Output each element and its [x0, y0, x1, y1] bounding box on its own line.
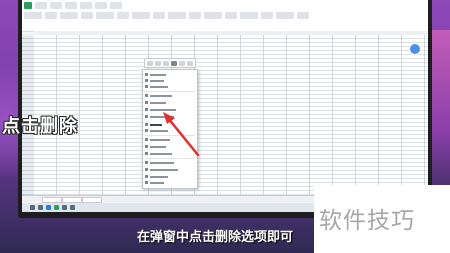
- menu-item[interactable]: [145, 73, 166, 76]
- menu-item-icon: [145, 175, 148, 178]
- menu-item-label: [150, 175, 168, 178]
- ribbon-tab[interactable]: [95, 2, 107, 9]
- watermark-text: 软件技巧: [319, 208, 415, 234]
- ribbon-button[interactable]: [189, 12, 201, 19]
- menu-item-icon: [145, 168, 148, 171]
- menu-item-icon: [145, 138, 148, 141]
- ribbon-tab[interactable]: [110, 2, 122, 9]
- format-button[interactable]: [179, 60, 185, 66]
- menu-item[interactable]: [145, 168, 178, 171]
- menu-item-icon: [145, 181, 148, 184]
- menu-item-icon: [145, 161, 148, 164]
- ribbon-tools-row: [24, 11, 309, 20]
- circle-icon[interactable]: [409, 43, 421, 55]
- ribbon-button[interactable]: [297, 12, 309, 19]
- menu-item-icon: [145, 108, 148, 111]
- menu-item-icon: [145, 101, 148, 104]
- format-button[interactable]: [147, 60, 153, 66]
- menu-item-icon: [145, 115, 148, 118]
- mini-format-toolbar: [144, 58, 196, 68]
- menu-item-label: [150, 181, 164, 184]
- callout-text: 点击删除: [2, 116, 78, 137]
- app-icon[interactable]: [70, 205, 75, 210]
- browser-icon[interactable]: [46, 205, 51, 210]
- menu-item[interactable]: [145, 79, 164, 82]
- menu-item-label: [150, 79, 164, 82]
- menu-item[interactable]: [145, 175, 168, 178]
- ribbon-button[interactable]: [117, 12, 129, 19]
- ribbon-button[interactable]: [132, 12, 150, 19]
- format-button[interactable]: [163, 60, 169, 66]
- ribbon-tab[interactable]: [65, 2, 77, 9]
- menu-item-icon: [145, 152, 148, 155]
- ribbon-button[interactable]: [276, 12, 294, 19]
- ribbon-button[interactable]: [153, 12, 165, 19]
- ribbon-button[interactable]: [45, 12, 57, 19]
- menu-item[interactable]: [145, 85, 168, 88]
- ribbon-button[interactable]: [96, 12, 114, 19]
- red-arrow-icon: [163, 112, 200, 157]
- format-button[interactable]: [155, 60, 161, 66]
- spreadsheet-app-icon[interactable]: [54, 205, 59, 210]
- folder-icon[interactable]: [62, 205, 67, 210]
- menu-item-label: [150, 168, 178, 171]
- paste-button[interactable]: [24, 12, 42, 19]
- ribbon-tab[interactable]: [35, 2, 47, 9]
- menu-item[interactable]: [145, 181, 164, 184]
- start-icon[interactable]: [30, 205, 35, 210]
- menu-item-label: [150, 101, 166, 104]
- menu-item-label: [150, 85, 168, 88]
- format-button[interactable]: [187, 60, 193, 66]
- ribbon-button[interactable]: [60, 12, 78, 19]
- menu-item-label: [150, 161, 174, 164]
- ribbon-tab[interactable]: [80, 2, 92, 9]
- subtitle-caption: 在弹窗中点击删除选项即可: [137, 230, 294, 245]
- ribbon-toolbar: [22, 0, 428, 27]
- ribbon-button[interactable]: [261, 12, 273, 19]
- ribbon-button[interactable]: [204, 12, 222, 19]
- ribbon-button[interactable]: [240, 12, 258, 19]
- spreadsheet-window: [22, 0, 428, 212]
- delete-icon: [145, 123, 148, 126]
- cell-grid[interactable]: [34, 35, 428, 195]
- copy-icon: [145, 73, 148, 76]
- menu-item[interactable]: [145, 161, 174, 164]
- app-logo-icon: [24, 2, 32, 9]
- ribbon-button[interactable]: [225, 12, 237, 19]
- search-icon[interactable]: [38, 205, 43, 210]
- menu-item-icon: [145, 129, 148, 132]
- format-button[interactable]: [171, 60, 177, 66]
- menu-item[interactable]: [145, 101, 166, 104]
- menu-item-icon: [145, 145, 148, 148]
- menu-item[interactable]: [145, 94, 172, 97]
- ribbon-tab[interactable]: [50, 2, 62, 9]
- ribbon-button[interactable]: [168, 12, 186, 19]
- ribbon-tabs-row: [24, 1, 122, 10]
- cut-icon: [145, 79, 148, 82]
- menu-item-label: [150, 94, 172, 97]
- menu-item-icon: [145, 94, 148, 97]
- menu-divider: [145, 91, 195, 92]
- paste-icon: [145, 85, 148, 88]
- ribbon-button[interactable]: [81, 12, 93, 19]
- menu-item-label: [150, 73, 166, 76]
